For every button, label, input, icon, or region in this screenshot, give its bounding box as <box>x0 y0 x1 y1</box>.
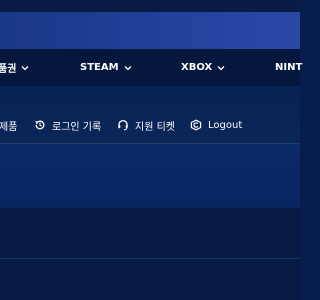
nav-item-nintendo[interactable]: NINT <box>275 49 302 86</box>
nav-item-label: STEAM <box>80 62 119 73</box>
top-bar <box>0 0 300 12</box>
account-item-products[interactable]: 제품 <box>0 118 18 133</box>
nav-item-giftcard[interactable]: 품권 <box>0 49 29 86</box>
platform-nav: 품권 STEAM XBOX NINT <box>0 49 302 86</box>
account-item-label: 로그인 기록 <box>52 121 102 133</box>
history-icon <box>34 119 46 131</box>
logout-icon <box>190 119 202 131</box>
top-banner <box>0 12 300 49</box>
account-item-label: 제품 <box>0 121 18 133</box>
nav-item-label: XBOX <box>181 62 213 73</box>
chevron-down-icon <box>124 64 132 72</box>
chevron-down-icon <box>21 64 29 72</box>
nav-item-label: 품권 <box>0 64 17 75</box>
content-section-lower <box>0 208 300 300</box>
content-section-upper <box>0 144 300 208</box>
section-divider <box>0 258 300 259</box>
nav-item-label: NINT <box>275 62 303 73</box>
account-item-login-history[interactable]: 로그인 기록 <box>34 118 102 133</box>
account-item-label: Logout <box>208 119 243 131</box>
account-item-logout[interactable]: Logout <box>190 118 242 132</box>
nav-item-steam[interactable]: STEAM <box>80 49 132 86</box>
headset-icon <box>117 119 129 131</box>
account-item-label: 지원 티켓 <box>135 121 175 133</box>
nav-item-xbox[interactable]: XBOX <box>181 49 225 86</box>
chevron-down-icon <box>217 64 225 72</box>
account-item-support-ticket[interactable]: 지원 티켓 <box>117 118 175 133</box>
account-menu-bar <box>0 86 300 144</box>
